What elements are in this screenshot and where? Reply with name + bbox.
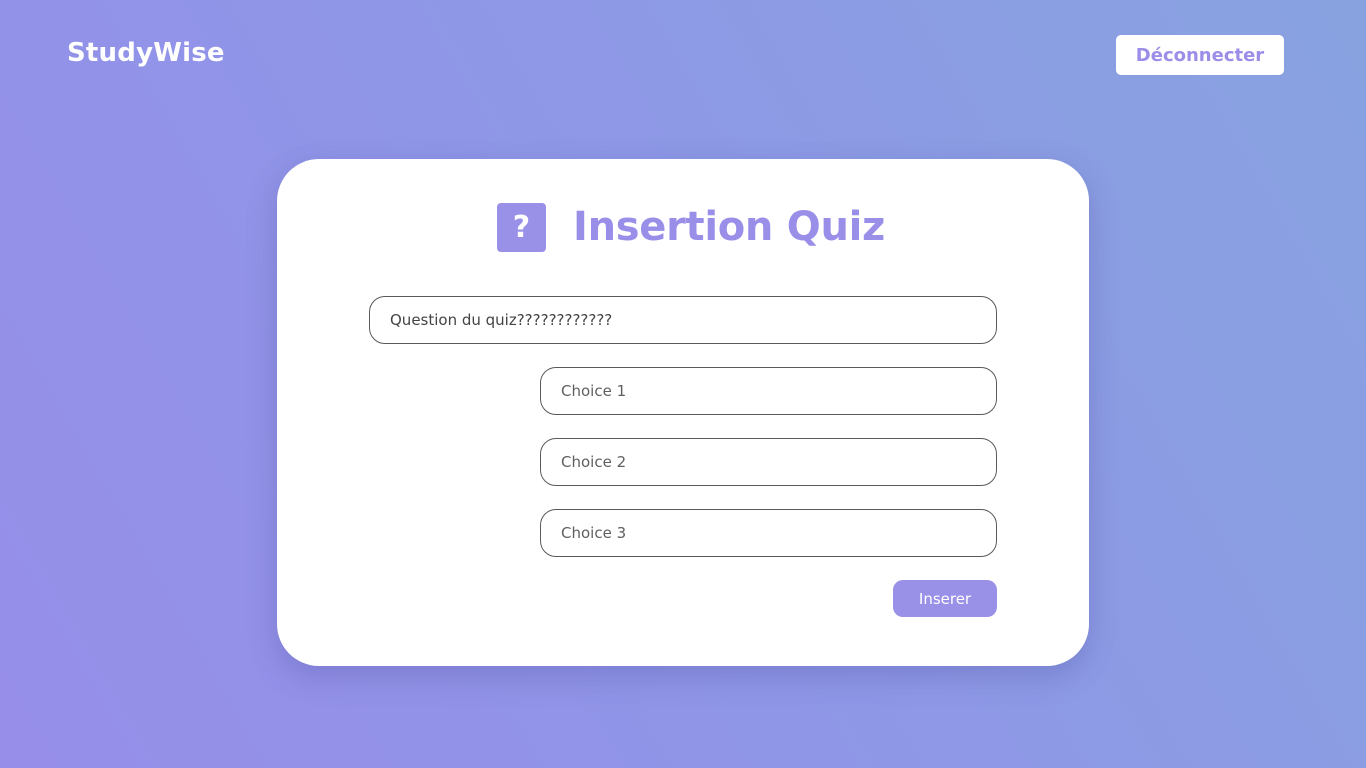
choice-2-input[interactable] — [540, 438, 997, 486]
question-input[interactable] — [369, 296, 997, 344]
quiz-insert-card: ? Insertion Quiz Inserer — [277, 159, 1089, 666]
choice-3-input[interactable] — [540, 509, 997, 557]
choice-1-input[interactable] — [540, 367, 997, 415]
logout-button[interactable]: Déconnecter — [1116, 35, 1284, 75]
card-header: ? Insertion Quiz — [497, 202, 885, 252]
question-icon: ? — [497, 202, 546, 252]
brand-logo: StudyWise — [67, 38, 225, 68]
insert-button[interactable]: Inserer — [893, 580, 997, 617]
page-title: Insertion Quiz — [573, 204, 886, 250]
